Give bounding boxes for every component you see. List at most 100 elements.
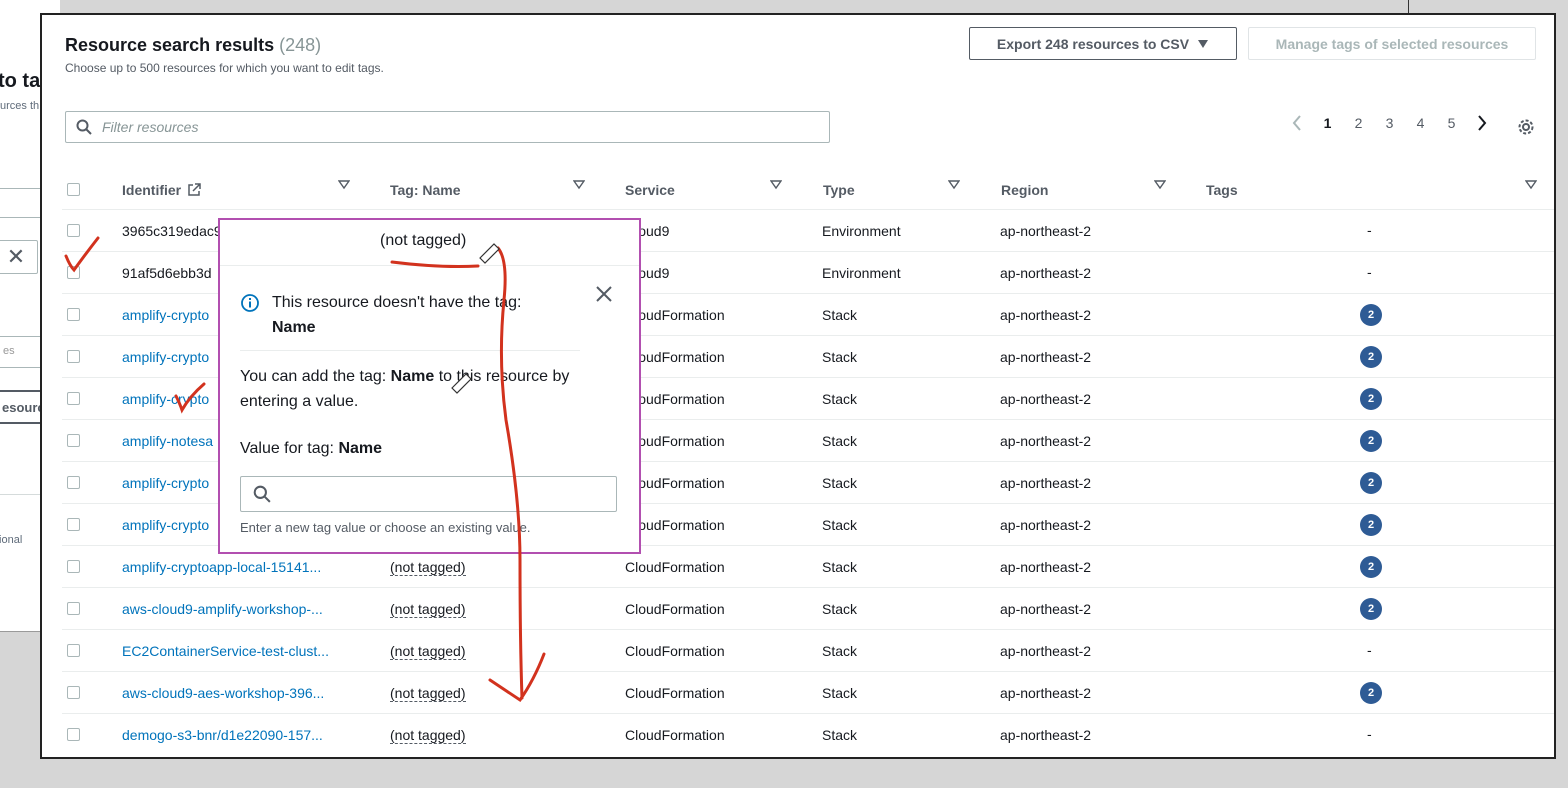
row-checkbox[interactable] — [67, 392, 80, 405]
resource-identifier[interactable]: amplify-crypto — [122, 307, 209, 323]
page-3[interactable]: 3 — [1374, 115, 1405, 131]
table-row[interactable]: aws-cloud9-amplify-workshop-... (not tagg… — [62, 587, 1554, 629]
caret-down-icon — [1198, 39, 1209, 48]
row-checkbox[interactable] — [67, 686, 80, 699]
popover-tag-value[interactable]: (not tagged) — [380, 232, 466, 250]
title-text: Resource search results — [65, 35, 275, 55]
tag-popover: (not tagged) This resource doesn't have … — [218, 218, 641, 554]
column-type[interactable]: Type — [823, 182, 855, 198]
table-row[interactable]: demogo-s3-bnr/d1e22090-157... (not tagged… — [62, 713, 1554, 755]
service-cell: CloudFormation — [625, 727, 725, 743]
row-checkbox[interactable] — [67, 266, 80, 279]
tags-count-badge[interactable]: 2 — [1360, 598, 1382, 620]
resource-identifier[interactable]: aws-cloud9-aes-workshop-396... — [122, 685, 324, 701]
sort-icon[interactable] — [573, 180, 585, 190]
add-key: Name — [390, 368, 435, 385]
tag-name-value[interactable]: (not tagged) — [390, 727, 466, 744]
tags-count-badge[interactable]: 2 — [1360, 388, 1382, 410]
tags-count-badge[interactable]: 2 — [1360, 346, 1382, 368]
next-page-icon[interactable] — [1467, 115, 1497, 131]
filter-input[interactable] — [102, 119, 702, 135]
row-checkbox[interactable] — [67, 224, 80, 237]
sort-icon[interactable] — [1154, 180, 1166, 190]
column-tags[interactable]: Tags — [1206, 182, 1238, 198]
tag-name-value[interactable]: (not tagged) — [390, 685, 466, 702]
region-cell: ap-northeast-2 — [1000, 265, 1092, 281]
filter-resources-field[interactable] — [65, 111, 830, 143]
row-checkbox[interactable] — [67, 644, 80, 657]
tags-count-badge[interactable]: 2 — [1360, 682, 1382, 704]
tags-count-badge[interactable]: 2 — [1360, 556, 1382, 578]
column-region[interactable]: Region — [1001, 182, 1048, 198]
tag-value-field[interactable] — [240, 476, 617, 512]
select-all-checkbox[interactable] — [67, 183, 80, 196]
region-cell: ap-northeast-2 — [1000, 433, 1092, 449]
tags-empty: - — [1367, 222, 1372, 238]
row-checkbox[interactable] — [67, 728, 80, 741]
type-cell: Stack — [822, 559, 858, 575]
clear-x-icon[interactable]: ✕ — [0, 240, 38, 274]
type-cell: Environment — [822, 223, 901, 239]
page-4[interactable]: 4 — [1405, 115, 1436, 131]
tag-value-input[interactable] — [279, 486, 599, 502]
table-row[interactable]: aws-cloud9-aes-workshop-396... (not tagge… — [62, 671, 1554, 713]
sort-icon[interactable] — [770, 180, 782, 190]
tags-count-badge[interactable]: 2 — [1360, 514, 1382, 536]
sort-icon[interactable] — [1525, 180, 1537, 190]
export-label: Export 248 resources to CSV — [996, 35, 1190, 52]
table-row[interactable]: EC2ContainerService-test-clust... (not ta… — [62, 629, 1554, 671]
region-cell: ap-northeast-2 — [1000, 727, 1092, 743]
search-icon — [76, 119, 92, 135]
row-checkbox[interactable] — [67, 518, 80, 531]
page-1[interactable]: 1 — [1312, 115, 1343, 131]
tag-name-value[interactable]: (not tagged) — [390, 559, 466, 576]
resource-identifier[interactable]: amplify-crypto — [122, 517, 209, 533]
tags-count-badge[interactable]: 2 — [1360, 472, 1382, 494]
row-checkbox[interactable] — [67, 350, 80, 363]
background-title: to ta — [0, 70, 41, 92]
gear-icon[interactable] — [1516, 117, 1536, 137]
service-cell: CloudFormation — [625, 643, 725, 659]
type-cell: Stack — [822, 307, 858, 323]
tags-count-badge[interactable]: 2 — [1360, 430, 1382, 452]
resource-identifier[interactable]: amplify-cryptoapp-local-15141... — [122, 559, 321, 575]
type-cell: Stack — [822, 685, 858, 701]
row-checkbox[interactable] — [67, 560, 80, 573]
row-checkbox[interactable] — [67, 308, 80, 321]
resource-identifier[interactable]: amplify-crypto — [122, 391, 209, 407]
resource-identifier[interactable]: aws-cloud9-amplify-workshop-... — [122, 601, 323, 617]
search-icon — [253, 485, 271, 503]
popover-divider — [240, 350, 580, 351]
sort-icon[interactable] — [338, 180, 350, 190]
resource-identifier[interactable]: amplify-notesa — [122, 433, 213, 449]
tags-empty: - — [1367, 642, 1372, 658]
column-identifier[interactable]: Identifier — [122, 182, 201, 198]
row-checkbox[interactable] — [67, 434, 80, 447]
resource-identifier[interactable]: amplify-crypto — [122, 475, 209, 491]
region-cell: ap-northeast-2 — [1000, 559, 1092, 575]
type-cell: Stack — [822, 601, 858, 617]
column-tag-name[interactable]: Tag: Name — [390, 182, 461, 198]
close-icon[interactable] — [594, 284, 614, 304]
page-5[interactable]: 5 — [1436, 115, 1467, 131]
type-cell: Stack — [822, 349, 858, 365]
resource-identifier[interactable]: amplify-crypto — [122, 349, 209, 365]
popover-add-text: You can add the tag: Name to this resour… — [240, 364, 610, 414]
resource-identifier[interactable]: demogo-s3-bnr/d1e22090-157... — [122, 727, 323, 743]
export-csv-button[interactable]: Export 248 resources to CSV — [969, 27, 1237, 60]
manage-tags-button[interactable]: Manage tags of selected resources — [1248, 27, 1536, 60]
tag-name-value[interactable]: (not tagged) — [390, 601, 466, 618]
resource-identifier[interactable]: EC2ContainerService-test-clust... — [122, 643, 329, 659]
tags-count-badge[interactable]: 2 — [1360, 304, 1382, 326]
tag-name-value[interactable]: (not tagged) — [390, 643, 466, 660]
previous-page-icon[interactable] — [1282, 115, 1312, 131]
info-icon — [241, 294, 259, 312]
resource-search-results-panel: Resource search results (248) Choose up … — [40, 13, 1556, 759]
popover-message-text: This resource doesn't have the tag: — [272, 294, 522, 311]
region-cell: ap-northeast-2 — [1000, 223, 1092, 239]
column-service[interactable]: Service — [625, 182, 675, 198]
row-checkbox[interactable] — [67, 476, 80, 489]
row-checkbox[interactable] — [67, 602, 80, 615]
page-2[interactable]: 2 — [1343, 115, 1374, 131]
sort-icon[interactable] — [948, 180, 960, 190]
